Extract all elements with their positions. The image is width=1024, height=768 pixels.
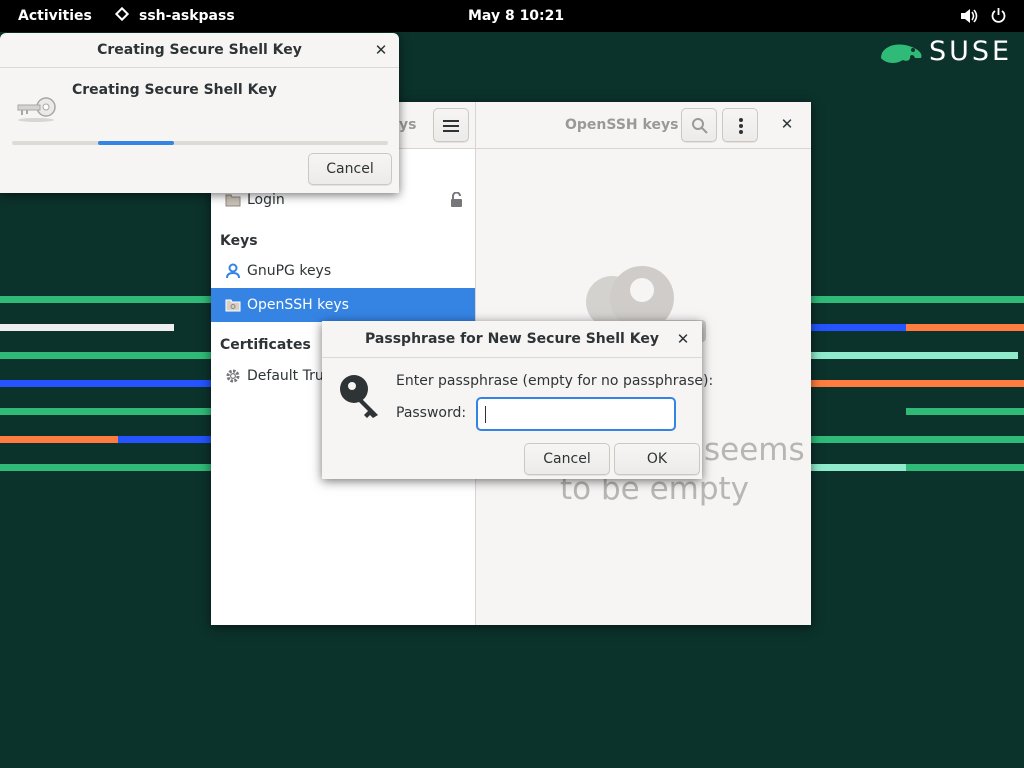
sidebar-heading-keys: Keys — [220, 233, 258, 249]
hamburger-icon — [443, 120, 459, 122]
sidebar-item-label: Default Trus — [247, 368, 332, 384]
stripe — [0, 464, 212, 471]
top-bar: Activities ssh-askpass May 8 10:21 — [0, 0, 1024, 32]
more-options-button[interactable] — [722, 108, 758, 142]
folder-key-icon — [225, 299, 241, 312]
creating-key-dialog: Creating Secure Shell Key ✕ Creating Sec… — [0, 33, 399, 193]
close-window-button[interactable]: ✕ — [777, 115, 797, 133]
stripe — [906, 408, 1024, 415]
stripe — [0, 324, 174, 331]
password-label: Password: — [396, 405, 467, 421]
activities-button[interactable]: Activities — [18, 0, 92, 32]
stripe — [118, 436, 212, 443]
sidebar-item-label: OpenSSH keys — [247, 297, 349, 313]
progress-bar-pulse — [98, 141, 174, 145]
cancel-button[interactable]: Cancel — [524, 443, 610, 475]
key-icon — [17, 97, 56, 122]
suse-chameleon-logo — [881, 44, 922, 63]
folder-icon — [225, 194, 241, 207]
stripe — [906, 464, 1024, 471]
dialog-title: Creating Secure Shell Key — [0, 33, 399, 68]
stripe — [811, 380, 1024, 387]
search-icon — [692, 118, 708, 134]
main-menu-button[interactable] — [433, 108, 469, 142]
close-dialog-button[interactable]: ✕ — [674, 330, 692, 348]
ok-button[interactable]: OK — [614, 443, 700, 475]
app-menu-label[interactable]: ssh-askpass — [139, 0, 235, 32]
gear-icon — [226, 369, 240, 383]
key-icon — [340, 375, 378, 418]
clock[interactable]: May 8 10:21 — [468, 0, 564, 32]
text-cursor — [485, 406, 486, 423]
person-key-icon — [226, 263, 240, 279]
stripe — [906, 324, 1024, 331]
pane-separator — [475, 102, 476, 148]
passphrase-dialog: Passphrase for New Secure Shell Key ✕ En… — [322, 321, 713, 479]
stripe — [811, 436, 1024, 443]
stripe — [0, 296, 212, 303]
stripe — [811, 324, 906, 331]
vertical-dots-icon — [739, 118, 743, 122]
sidebar-item-gnupg[interactable]: GnuPG keys — [211, 254, 475, 288]
stripe — [0, 408, 212, 415]
volume-icon[interactable] — [960, 8, 978, 24]
stripe — [0, 352, 212, 359]
sidebar-heading-certificates: Certificates — [220, 337, 311, 353]
stripe — [811, 296, 1024, 303]
dialog-heading: Creating Secure Shell Key — [72, 82, 277, 98]
stripe — [811, 464, 906, 471]
sidebar-item-label: GnuPG keys — [247, 263, 332, 279]
dialog-title: Passphrase for New Secure Shell Key — [322, 321, 702, 358]
stripe — [0, 380, 212, 387]
stripe — [0, 436, 118, 443]
cancel-button[interactable]: Cancel — [308, 153, 392, 185]
close-dialog-button[interactable]: ✕ — [372, 41, 390, 59]
passphrase-prompt: Enter passphrase (empty for no passphras… — [396, 373, 714, 389]
stripe — [811, 352, 1018, 359]
view-title: OpenSSH keys — [565, 117, 679, 133]
header-left-title: ys — [399, 117, 417, 133]
sidebar-item-openssh[interactable]: OpenSSH keys — [211, 288, 475, 322]
password-field[interactable] — [476, 397, 676, 431]
app-menu-icon — [114, 6, 130, 22]
search-button[interactable] — [681, 108, 717, 142]
power-icon[interactable] — [990, 7, 1007, 24]
empty-state-text-line1: seems — [704, 432, 805, 468]
progress-bar — [12, 141, 388, 145]
unlocked-padlock-icon[interactable] — [450, 192, 463, 208]
suse-wordmark: SUSE — [929, 36, 1013, 67]
